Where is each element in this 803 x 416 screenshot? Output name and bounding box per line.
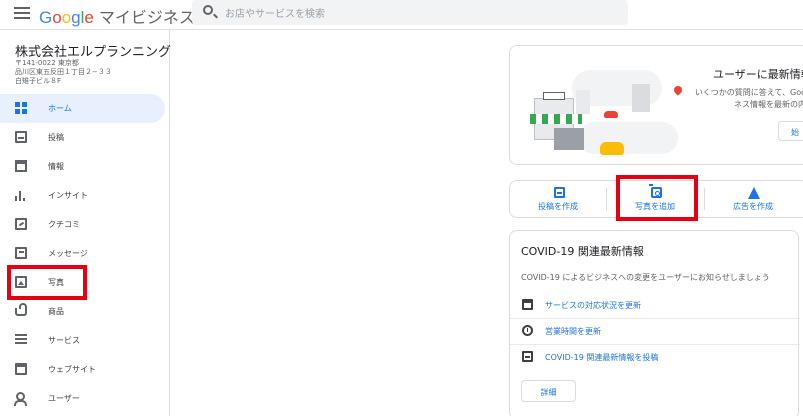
business-address: 〒141-0022 東京都 品川区東五反田１丁目２−３３ 白雉子ビル８F — [15, 59, 112, 86]
covid-title: COVID-19 関連最新情報 — [521, 245, 644, 258]
banner-text-line: ネス情報を最新の内 — [734, 100, 803, 109]
sidebar-item-messages[interactable]: メッセージ — [0, 239, 165, 268]
brand-suffix: マイビジネス — [98, 8, 195, 27]
list-icon — [15, 334, 27, 346]
sidebar-item-home[interactable]: ホーム — [0, 94, 165, 123]
sidebar-item-label: サービス — [48, 336, 80, 345]
banner-title: ユーザーに最新情報 — [713, 68, 803, 81]
business-name: 株式会社エルプランニング — [15, 45, 172, 60]
sidebar-item-services[interactable]: サービス — [0, 326, 165, 355]
brand-letter: o — [52, 8, 62, 27]
address-line: 〒141-0022 東京都 — [15, 59, 79, 67]
sidebar-item-label: ホーム — [48, 104, 72, 113]
review-icon — [15, 218, 27, 230]
calendar-icon — [522, 299, 533, 310]
highlight-box-add-photo — [616, 175, 698, 221]
message-icon — [15, 247, 27, 259]
sidebar-item-label: ウェブサイト — [48, 365, 96, 374]
address-line: 品川区東五反田１丁目２−３３ — [15, 68, 112, 76]
post-covid-update-link[interactable]: COVID-19 関連最新情報を投稿 — [510, 346, 800, 370]
sidebar-item-label: 商品 — [48, 307, 64, 316]
sidebar-item-reviews[interactable]: クチコミ — [0, 210, 165, 239]
bar-chart-icon — [15, 189, 27, 201]
top-app-bar: Google マイビジネス お店やサービスを検索 — [0, 0, 803, 30]
covid-update-card: COVID-19 関連最新情報 COVID-19 によるビジネスへの変更をユーザ… — [509, 230, 800, 416]
address-line: 白雉子ビル８F — [15, 77, 62, 85]
divider — [510, 318, 800, 319]
storefront-illustration — [516, 54, 686, 164]
highlight-box-photos-nav — [7, 265, 87, 300]
ads-icon — [748, 187, 760, 199]
brand-letter: o — [61, 8, 72, 27]
covid-link-label: サービスの対応状況を更新 — [545, 301, 641, 310]
home-grid-icon — [15, 102, 27, 114]
sidebar-item-label: ユーザー — [48, 394, 80, 403]
sidebar-item-label: 情報 — [48, 162, 64, 171]
sidebar-item-website[interactable]: ウェブサイト — [0, 355, 165, 384]
post-icon — [554, 187, 565, 198]
search-icon — [203, 5, 213, 15]
search-input[interactable]: お店やサービスを検索 — [192, 0, 628, 25]
sidebar-item-info[interactable]: 情報 — [0, 152, 165, 181]
update-service-status-link[interactable]: サービスの対応状況を更新 — [510, 294, 800, 318]
sidebar-nav: ホーム 投稿 情報 インサイト クチコミ メッセージ 写真 商品 サービス ウェ… — [0, 94, 170, 413]
update-hours-link[interactable]: 営業時間を更新 — [510, 320, 800, 344]
basket-icon — [15, 303, 27, 316]
brand-logo[interactable]: Google マイビジネス — [39, 4, 195, 28]
clock-icon — [522, 325, 533, 336]
brand-letter: g — [71, 8, 81, 27]
banner-text: いくつかの質問に答えて、Goo ネス情報を最新の内 — [688, 87, 803, 111]
create-ad-button[interactable]: 広告を作成 — [705, 181, 801, 217]
post-icon — [15, 131, 27, 143]
action-label: 投稿を作成 — [538, 202, 578, 211]
add-user-icon — [14, 392, 27, 406]
sidebar-item-insights[interactable]: インサイト — [0, 181, 165, 210]
brand-letter: e — [84, 8, 94, 27]
sidebar-item-label: メッセージ — [48, 249, 88, 258]
banner-text-line: いくつかの質問に答えて、Goo — [694, 88, 803, 97]
website-icon — [15, 363, 27, 375]
details-button[interactable]: 詳細 — [521, 380, 576, 402]
create-post-button[interactable]: 投稿を作成 — [510, 181, 606, 217]
update-info-banner: ユーザーに最新情報 いくつかの質問に答えて、Goo ネス情報を最新の内 始 — [509, 45, 803, 165]
red-car-icon — [604, 111, 618, 118]
yellow-car-icon — [600, 142, 624, 155]
action-label: 広告を作成 — [733, 202, 773, 211]
start-button[interactable]: 始 — [778, 121, 803, 141]
store-icon — [15, 160, 27, 172]
post-icon — [522, 351, 533, 362]
divider — [510, 344, 800, 345]
covid-description: COVID-19 によるビジネスへの変更をユーザーにお知らせしましょう — [521, 273, 770, 282]
sidebar-item-users[interactable]: ユーザー — [0, 384, 165, 413]
sidebar-item-label: 投稿 — [48, 133, 64, 142]
covid-link-label: 営業時間を更新 — [545, 327, 601, 336]
sidebar-item-posts[interactable]: 投稿 — [0, 123, 165, 152]
sidebar: 株式会社エルプランニング 〒141-0022 東京都 品川区東五反田１丁目２−３… — [0, 30, 172, 416]
sidebar-item-products[interactable]: 商品 — [0, 297, 165, 326]
covid-link-label: COVID-19 関連最新情報を投稿 — [545, 353, 659, 362]
hamburger-menu-icon[interactable] — [14, 7, 30, 21]
sidebar-item-label: クチコミ — [48, 220, 80, 229]
search-placeholder: お店やサービスを検索 — [225, 9, 325, 20]
sidebar-item-label: インサイト — [48, 191, 88, 200]
brand-letter: G — [39, 8, 53, 27]
map-pin-icon — [672, 84, 684, 96]
